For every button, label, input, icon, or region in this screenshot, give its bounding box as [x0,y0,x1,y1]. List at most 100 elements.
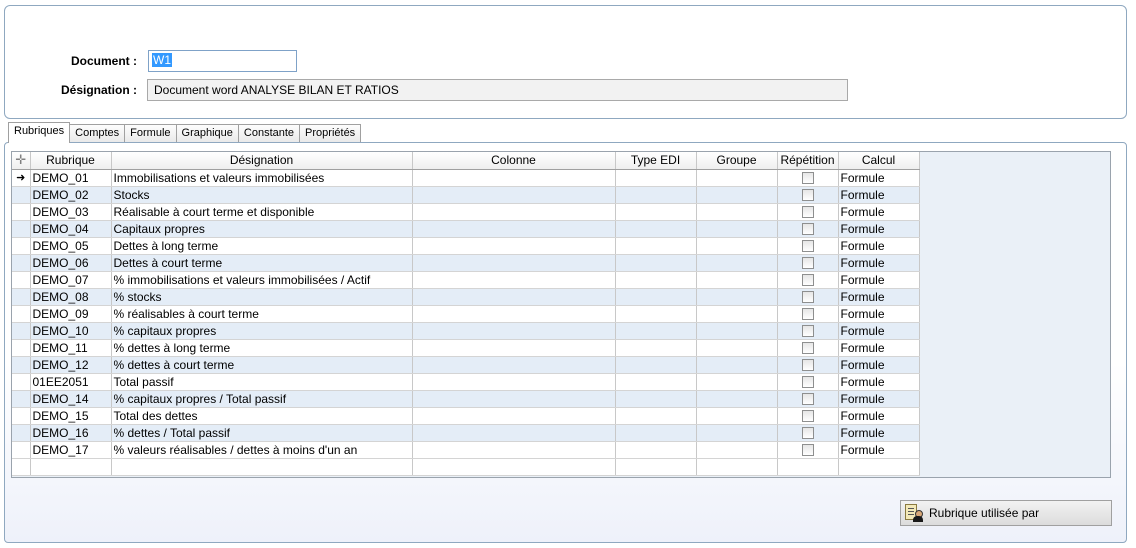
cell-rubrique[interactable]: DEMO_11 [30,339,112,357]
row-indicator[interactable] [12,203,31,221]
cell-designation[interactable]: % dettes à long terme [111,339,413,357]
cell-groupe[interactable] [696,441,778,459]
cell-calcul[interactable]: Formule [838,373,920,391]
cell-groupe[interactable] [696,288,778,306]
row-indicator[interactable] [12,288,31,306]
row-indicator[interactable] [12,254,31,272]
cell-type-edi[interactable] [615,424,697,442]
table-row[interactable]: DEMO_11% dettes à long terme Formule [12,339,920,357]
table-row[interactable]: DEMO_05 Dettes à long terme Formule [12,237,920,255]
cell-groupe[interactable] [696,271,778,289]
repetition-checkbox[interactable] [801,376,814,389]
cell-colonne[interactable] [412,356,616,374]
cell-colonne[interactable] [412,441,616,459]
cell-type-edi[interactable] [615,237,697,255]
table-row[interactable]: DEMO_07% immobilisations et valeurs immo… [12,271,920,289]
cell-designation[interactable]: % capitaux propres [111,322,413,340]
cell-calcul[interactable]: Formule [838,356,920,374]
empty-cell[interactable] [412,458,616,476]
cell-calcul[interactable]: Formule [838,390,920,408]
cell-calcul[interactable]: Formule [838,339,920,357]
row-indicator[interactable]: ➜ [12,169,31,187]
cell-type-edi[interactable] [615,322,697,340]
tab-rubriques[interactable]: Rubriques [8,122,71,143]
cell-designation[interactable]: % stocks [111,288,413,306]
repetition-checkbox[interactable] [801,342,814,355]
empty-cell[interactable] [838,458,920,476]
column-header-groupe[interactable]: Groupe [696,152,778,170]
cell-type-edi[interactable] [615,441,697,459]
cell-calcul[interactable]: Formule [838,186,920,204]
table-row[interactable]: DEMO_14% capitaux propres / Total passif… [12,390,920,408]
table-row[interactable]: DEMO_10% capitaux propres Formule [12,322,920,340]
cell-calcul[interactable]: Formule [838,220,920,238]
cell-type-edi[interactable] [615,356,697,374]
row-indicator[interactable] [12,407,31,425]
cell-type-edi[interactable] [615,220,697,238]
cell-rubrique[interactable]: DEMO_15 [30,407,112,425]
table-row[interactable]: DEMO_09% réalisables à court terme Formul… [12,305,920,323]
row-indicator[interactable] [12,322,31,340]
cell-designation[interactable]: % dettes à court terme [111,356,413,374]
cell-designation[interactable]: % réalisables à court terme [111,305,413,323]
cell-rubrique[interactable]: DEMO_10 [30,322,112,340]
repetition-checkbox[interactable] [801,359,814,372]
cell-groupe[interactable] [696,203,778,221]
cell-designation[interactable]: Total passif [111,373,413,391]
cell-groupe[interactable] [696,390,778,408]
cell-designation[interactable]: % valeurs réalisables / dettes à moins d… [111,441,413,459]
cell-calcul[interactable]: Formule [838,203,920,221]
cell-groupe[interactable] [696,356,778,374]
cell-groupe[interactable] [696,339,778,357]
table-row[interactable]: 01EE2051 Total passif Formule [12,373,920,391]
table-row[interactable]: DEMO_12% dettes à court terme Formule [12,356,920,374]
cell-rubrique[interactable]: DEMO_09 [30,305,112,323]
cell-colonne[interactable] [412,305,616,323]
cell-designation[interactable]: Capitaux propres [111,220,413,238]
table-row[interactable]: DEMO_08% stocks Formule [12,288,920,306]
column-header-type-edi[interactable]: Type EDI [615,152,697,170]
cell-colonne[interactable] [412,186,616,204]
repetition-checkbox[interactable] [801,172,814,185]
empty-cell[interactable] [12,458,31,476]
cell-type-edi[interactable] [615,390,697,408]
cell-calcul[interactable]: Formule [838,288,920,306]
table-row[interactable]: ➜ DEMO_01 Immobilisations et valeurs immob… [12,169,920,187]
cell-colonne[interactable] [412,322,616,340]
empty-cell[interactable] [30,458,112,476]
cell-type-edi[interactable] [615,373,697,391]
designation-input[interactable]: Document word ANALYSE BILAN ET RATIOS [147,79,848,101]
row-indicator[interactable] [12,441,31,459]
row-indicator[interactable] [12,356,31,374]
table-row[interactable]: DEMO_04 Capitaux propres Formule [12,220,920,238]
cell-colonne[interactable] [412,220,616,238]
cell-designation[interactable]: % immobilisations et valeurs immobilisée… [111,271,413,289]
cell-groupe[interactable] [696,254,778,272]
row-indicator[interactable] [12,220,31,238]
cell-colonne[interactable] [412,169,616,187]
cell-type-edi[interactable] [615,254,697,272]
tab-formule[interactable]: Formule [125,124,177,143]
cell-rubrique[interactable]: DEMO_08 [30,288,112,306]
rubrique-utilisee-par-button[interactable]: Rubrique utilisée par [900,500,1112,526]
cell-designation[interactable]: Dettes à long terme [111,237,413,255]
repetition-checkbox[interactable] [801,223,814,236]
cell-groupe[interactable] [696,424,778,442]
add-row-button[interactable]: ✛ [12,152,31,170]
cell-designation[interactable]: Dettes à court terme [111,254,413,272]
cell-designation[interactable]: Stocks [111,186,413,204]
cell-rubrique[interactable]: DEMO_16 [30,424,112,442]
cell-calcul[interactable]: Formule [838,169,920,187]
repetition-checkbox[interactable] [801,274,814,287]
repetition-checkbox[interactable] [801,393,814,406]
cell-rubrique[interactable]: DEMO_07 [30,271,112,289]
cell-rubrique[interactable]: DEMO_14 [30,390,112,408]
tab-comptes[interactable]: Comptes [70,124,126,143]
column-header-colonne[interactable]: Colonne [412,152,616,170]
repetition-checkbox[interactable] [801,410,814,423]
cell-type-edi[interactable] [615,305,697,323]
empty-cell[interactable] [615,458,697,476]
cell-colonne[interactable] [412,339,616,357]
cell-calcul[interactable]: Formule [838,271,920,289]
cell-colonne[interactable] [412,203,616,221]
